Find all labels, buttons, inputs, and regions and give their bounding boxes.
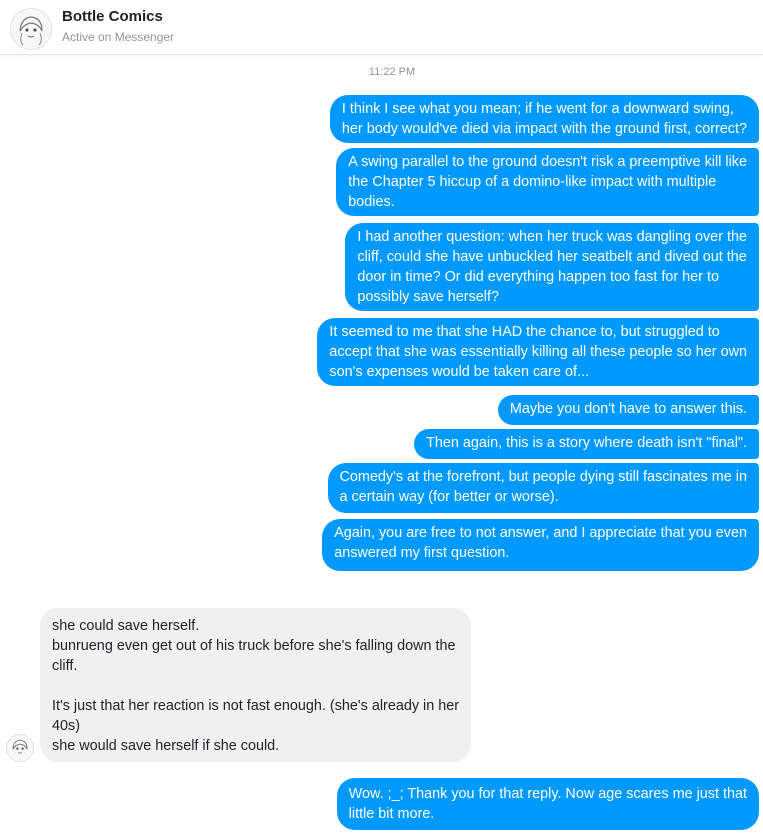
message-timestamp: 11:22 PM: [368, 66, 416, 78]
message-bubble-incoming[interactable]: she could save herself. bunrueng even ge…: [40, 608, 472, 762]
message-bubble-outgoing[interactable]: Then again, this is a story where death …: [414, 429, 759, 459]
message-bubble-outgoing[interactable]: A swing parallel to the ground doesn't r…: [336, 148, 759, 216]
message-bubble-outgoing[interactable]: I had another question: when her truck w…: [345, 223, 759, 311]
message-bubble-outgoing[interactable]: I think I see what you mean; if he went …: [329, 95, 759, 143]
message-bubble-outgoing[interactable]: It seemed to me that she HAD the chance …: [317, 318, 759, 386]
message-bubble-outgoing[interactable]: Wow. ;_; Thank you for that reply. Now a…: [336, 778, 759, 830]
message-bubble-outgoing[interactable]: Maybe you don't have to answer this.: [497, 395, 759, 425]
message-bubble-outgoing[interactable]: Again, you are free to not answer, and I…: [322, 519, 759, 571]
contact-name[interactable]: Bottle Comics: [62, 8, 163, 25]
contact-avatar-icon[interactable]: [10, 8, 52, 50]
conversation-header: Bottle Comics Active on Messenger: [0, 0, 763, 55]
contact-avatar-small-icon: [6, 734, 34, 762]
message-bubble-outgoing[interactable]: Comedy's at the forefront, but people dy…: [327, 463, 759, 513]
contact-status: Active on Messenger: [62, 30, 175, 44]
